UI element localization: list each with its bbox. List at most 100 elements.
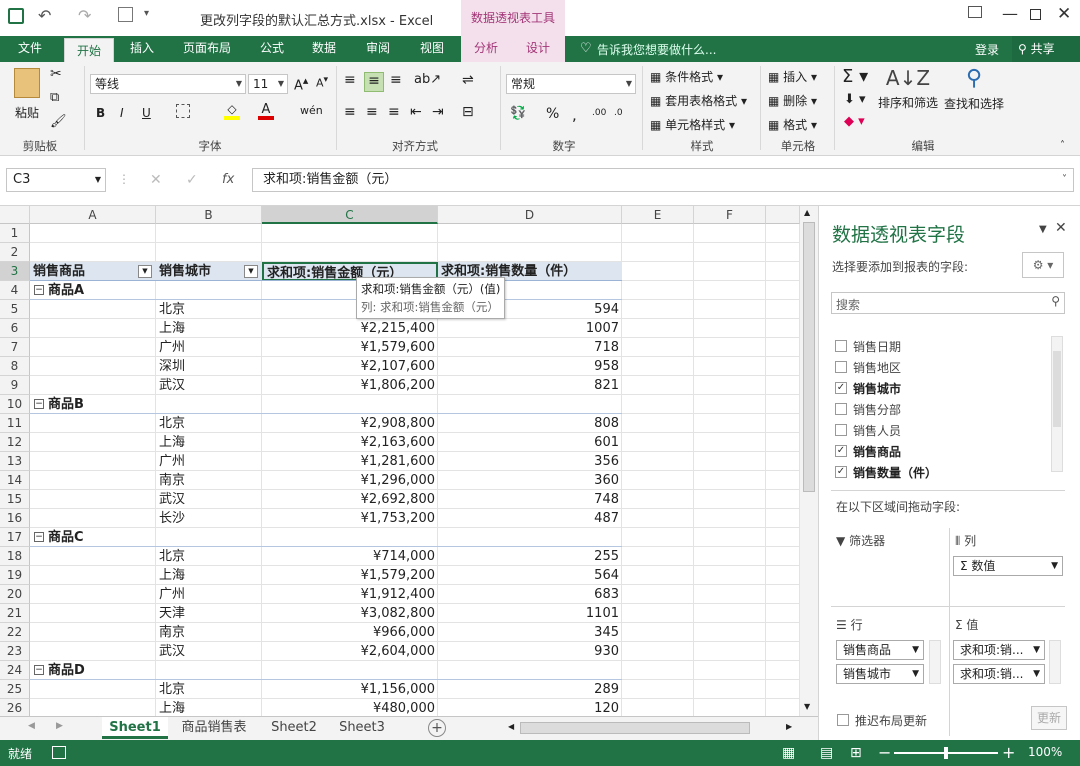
login-link[interactable]: 登录 <box>975 41 999 58</box>
pivot-qty-cell[interactable]: 1101 <box>438 604 622 623</box>
orientation-icon[interactable]: ab↗ <box>414 72 441 87</box>
pivot-amount-cell[interactable]: ¥2,604,000 <box>262 642 438 661</box>
values-scrollbar[interactable] <box>1049 640 1061 684</box>
pivot-city-cell[interactable]: 南京 <box>159 471 259 490</box>
align-right-icon[interactable]: ≡ <box>388 104 400 120</box>
pivot-city-cell[interactable]: 武汉 <box>159 642 259 661</box>
pivot-city-cell[interactable]: 北京 <box>159 680 259 699</box>
autosum-icon[interactable]: Σ ▾ <box>842 66 868 87</box>
field-label[interactable]: 销售数量（件） <box>853 464 937 481</box>
insert-cells-button[interactable]: ▦ 插入 ▾ <box>768 68 817 85</box>
number-format-dropdown[interactable]: 常规 ▼ <box>506 74 636 94</box>
normal-view-icon[interactable]: ▦ <box>782 745 795 761</box>
fill-color-icon[interactable]: ◇ <box>224 102 240 120</box>
pivot-amount-cell[interactable]: ¥1,912,400 <box>262 585 438 604</box>
page-break-view-icon[interactable]: ⊞ <box>850 745 862 761</box>
pane-settings-button[interactable]: ⚙ ▾ <box>1022 252 1064 278</box>
column-header-f[interactable]: F <box>694 206 766 224</box>
pivot-city-cell[interactable]: 上海 <box>159 699 259 716</box>
sheet-tab-sheet1[interactable]: Sheet1 <box>102 717 168 739</box>
pivot-city-cell[interactable]: 深圳 <box>159 357 259 376</box>
column-header-d[interactable]: D <box>438 206 622 224</box>
pivot-city-cell[interactable]: 长沙 <box>159 509 259 528</box>
pivot-city-cell[interactable]: 北京 <box>159 414 259 433</box>
row-header[interactable]: 6 <box>0 319 30 338</box>
increase-decimal-icon[interactable]: .00 <box>592 108 606 118</box>
sheet-tab-sheet3[interactable]: Sheet3 <box>330 717 394 739</box>
tab-review[interactable]: 审阅 <box>354 36 402 62</box>
expand-formula-icon[interactable]: ˅ <box>1062 169 1067 191</box>
row-header[interactable]: 24 <box>0 661 30 680</box>
tab-page-layout[interactable]: 页面布局 <box>172 36 242 62</box>
pivot-amount-cell[interactable]: ¥2,908,800 <box>262 414 438 433</box>
font-name-dropdown[interactable]: 等线 ▼ <box>90 74 246 94</box>
format-cells-button[interactable]: ▦ 格式 ▾ <box>768 116 817 133</box>
column-header-e[interactable]: E <box>622 206 694 224</box>
pane-close-icon[interactable]: ✕ <box>1055 220 1067 236</box>
tab-analyze[interactable]: 分析 <box>462 36 510 62</box>
pivot-qty-cell[interactable]: 255 <box>438 547 622 566</box>
field-label[interactable]: 销售日期 <box>853 338 901 355</box>
cut-icon[interactable]: ✂ <box>50 66 62 82</box>
row-header[interactable]: 18 <box>0 547 30 566</box>
value-chip-amount[interactable]: 求和项:销... ▼ <box>953 640 1045 660</box>
pivot-city-cell[interactable]: 广州 <box>159 452 259 471</box>
row-header[interactable]: 3 <box>0 262 30 281</box>
row-header[interactable]: 12 <box>0 433 30 452</box>
pivot-amount-cell[interactable]: ¥2,107,600 <box>262 357 438 376</box>
find-select-button[interactable]: ⚲ 查找和选择 <box>942 66 1006 112</box>
font-size-dropdown[interactable]: 11 ▼ <box>248 74 288 94</box>
ribbon-display-icon[interactable] <box>968 6 982 18</box>
field-label[interactable]: 销售地区 <box>853 359 901 376</box>
clear-icon[interactable]: ◆ ▾ <box>844 114 865 129</box>
row-header[interactable]: 25 <box>0 680 30 699</box>
hscroll-left-icon[interactable]: ◀ <box>508 722 514 731</box>
close-icon[interactable]: ✕ <box>1057 4 1071 24</box>
pivot-city-cell[interactable]: 南京 <box>159 623 259 642</box>
delete-cells-button[interactable]: ▦ 删除 ▾ <box>768 92 817 109</box>
pivot-city-cell[interactable]: 天津 <box>159 604 259 623</box>
row-header[interactable]: 11 <box>0 414 30 433</box>
field-label[interactable]: 销售分部 <box>853 401 901 418</box>
pivot-qty-cell[interactable]: 487 <box>438 509 622 528</box>
pivot-amount-cell[interactable]: ¥714,000 <box>262 547 438 566</box>
field-checkbox[interactable]: ✓ <box>835 466 847 478</box>
pivot-qty-cell[interactable]: 748 <box>438 490 622 509</box>
pivot-group-label[interactable]: 商品D <box>48 661 148 680</box>
column-header-c[interactable]: C <box>262 206 438 224</box>
tab-design[interactable]: 设计 <box>514 36 562 62</box>
tab-view[interactable]: 视图 <box>408 36 456 62</box>
pivot-amount-cell[interactable]: ¥3,082,800 <box>262 604 438 623</box>
tab-data[interactable]: 数据 <box>300 36 348 62</box>
row-header[interactable]: 7 <box>0 338 30 357</box>
pivot-city-cell[interactable]: 上海 <box>159 319 259 338</box>
tab-file[interactable]: 文件 <box>0 36 60 62</box>
horizontal-scroll-thumb[interactable] <box>520 722 750 734</box>
field-checkbox[interactable] <box>835 424 847 436</box>
collapse-group-icon[interactable]: − <box>34 532 44 542</box>
table-format-button[interactable]: ▦ 套用表格格式 ▾ <box>650 92 747 109</box>
filter-dropdown-icon[interactable]: ▼ <box>138 265 152 278</box>
collapse-group-icon[interactable]: − <box>34 399 44 409</box>
customize-qat-icon[interactable]: ▾ <box>144 8 149 19</box>
pivot-amount-cell[interactable]: ¥966,000 <box>262 623 438 642</box>
pivot-qty-cell[interactable]: 360 <box>438 471 622 490</box>
column-chip-values[interactable]: Σ 数值 ▼ <box>953 556 1063 576</box>
row-header[interactable]: 19 <box>0 566 30 585</box>
pivot-amount-cell[interactable]: ¥1,806,200 <box>262 376 438 395</box>
pivot-amount-cell[interactable]: ¥1,281,600 <box>262 452 438 471</box>
format-painter-icon[interactable]: 🖌 <box>50 114 67 129</box>
collapse-group-icon[interactable]: − <box>34 665 44 675</box>
pivot-city-cell[interactable]: 广州 <box>159 338 259 357</box>
italic-button[interactable]: I <box>120 106 124 120</box>
pivot-city-cell[interactable]: 北京 <box>159 547 259 566</box>
field-list-thumb[interactable] <box>1053 351 1061 427</box>
field-checkbox[interactable]: ✓ <box>835 382 847 394</box>
update-button[interactable]: 更新 <box>1031 706 1067 730</box>
row-header[interactable]: 20 <box>0 585 30 604</box>
rows-scrollbar[interactable] <box>929 640 941 684</box>
field-checkbox[interactable] <box>835 403 847 415</box>
copy-icon[interactable]: ⧉ <box>50 90 59 105</box>
defer-update-checkbox[interactable] <box>837 714 849 726</box>
field-label[interactable]: 销售城市 <box>853 380 901 397</box>
